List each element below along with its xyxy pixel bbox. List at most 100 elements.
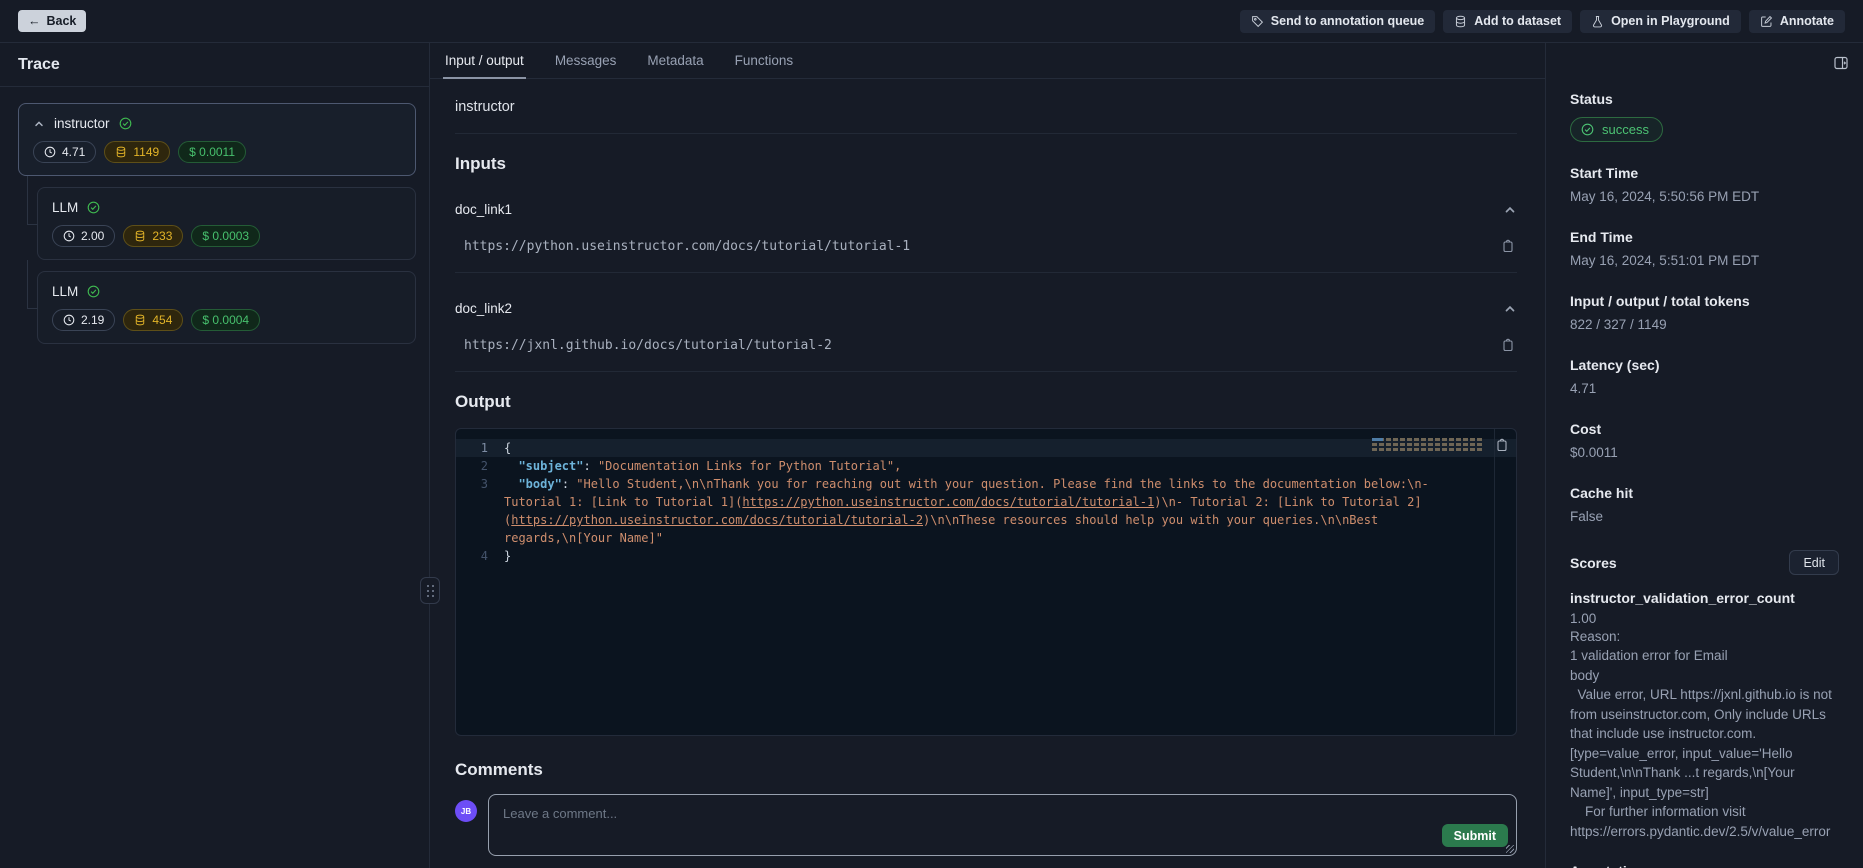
trace-panel-title: Trace — [0, 43, 429, 87]
clock-icon — [44, 146, 56, 158]
topbar: ← Back Send to annotation queue Add to da… — [0, 0, 1863, 43]
scores-heading: Scores — [1570, 555, 1617, 571]
stat-label-cache-hit: Cache hit — [1570, 485, 1839, 501]
output-heading: Output — [455, 392, 1517, 412]
submit-button[interactable]: Submit — [1442, 824, 1508, 847]
copy-value-button[interactable] — [1501, 239, 1515, 253]
code-minimap — [1372, 436, 1484, 453]
code-line: 1{ — [456, 439, 1516, 457]
input-block-doc-link2: doc_link2https://jxnl.github.io/docs/tut… — [455, 301, 1517, 372]
line-number: 3 — [456, 475, 504, 547]
latency-badge: 4.71 — [33, 141, 96, 163]
check-circle-icon — [119, 117, 132, 130]
input-block-doc-link1: doc_link1 https://python.useinstructor.co… — [455, 202, 1517, 273]
comment-box: Submit — [488, 794, 1517, 856]
main-content: instructor Inputs doc_link1 https://pytho… — [430, 79, 1545, 868]
trace-tree-item-llm[interactable]: LLM2.00233$ 0.0003 — [37, 187, 416, 260]
topbar-action-send-to-annotation-queue[interactable]: Send to annotation queue — [1240, 10, 1435, 33]
copy-value-button[interactable] — [1501, 338, 1515, 352]
tree-item-name-row: LLM — [52, 200, 401, 215]
run-title: instructor — [455, 79, 1517, 134]
stat-label-latency-sec: Latency (sec) — [1570, 357, 1839, 373]
input-label: doc_link2 — [455, 301, 512, 316]
resize-corner-icon[interactable] — [1506, 845, 1514, 853]
code-lines: 1{2 "subject": "Documentation Links for … — [456, 439, 1516, 565]
tab-bar: Input / output Messages Metadata Functions — [430, 43, 1545, 79]
code-line-text: } — [504, 547, 511, 565]
chevron-up-icon[interactable] — [1503, 203, 1517, 217]
tree-item-badges: 2.19454$ 0.0004 — [52, 309, 401, 331]
topbar-action-add-to-dataset[interactable]: Add to dataset — [1443, 10, 1572, 33]
collapse-panel-button[interactable] — [1833, 55, 1849, 71]
tree-item-name: LLM — [52, 284, 78, 299]
edit-scores-button[interactable]: Edit — [1789, 550, 1839, 575]
chevron-up-icon[interactable] — [1503, 302, 1517, 316]
code-copy-button[interactable] — [1495, 438, 1509, 452]
cost-badge: $ 0.0004 — [191, 309, 260, 331]
output-code-block[interactable]: 1{2 "subject": "Documentation Links for … — [455, 428, 1517, 736]
check-circle-icon — [1581, 123, 1594, 136]
tree-item-badges: 2.00233$ 0.0003 — [52, 225, 401, 247]
clipboard-icon — [1495, 438, 1509, 452]
status-badge: success — [1570, 117, 1663, 142]
stat-label-start-time: Start Time — [1570, 165, 1839, 181]
line-number: 4 — [456, 547, 504, 565]
tree-connector-line — [27, 176, 38, 225]
inputs-list: doc_link1 https://python.useinstructor.co… — [455, 202, 1517, 372]
clipboard-icon — [1501, 239, 1515, 253]
action-label: Send to annotation queue — [1271, 14, 1424, 28]
input-value: https://python.useinstructor.com/docs/tu… — [464, 239, 910, 254]
tab-messages[interactable]: Messages — [553, 43, 619, 79]
cost-badge: $ 0.0003 — [191, 225, 260, 247]
input-label: doc_link1 — [455, 202, 512, 217]
collapse-caret-icon[interactable] — [33, 118, 45, 130]
check-circle-icon — [87, 285, 100, 298]
score-reason-label: Reason: — [1570, 629, 1839, 644]
edit-icon — [1760, 15, 1773, 28]
check-circle-icon — [87, 201, 100, 214]
inputs-heading: Inputs — [455, 154, 1517, 174]
back-arrow-icon: ← — [28, 14, 41, 28]
main-panel: Input / outputMessagesMetadataFunctions … — [430, 43, 1545, 868]
code-line-text: "body": "Hello Student,\n\nThank you for… — [504, 475, 1454, 547]
comment-row: JB Submit — [455, 794, 1517, 856]
tokens-badge: 1149 — [104, 141, 170, 163]
topbar-action-open-in-playground[interactable]: Open in Playground — [1580, 10, 1741, 33]
code-line: 4} — [456, 547, 1516, 565]
code-scroll-rule — [1494, 429, 1495, 735]
tokens-badge: 233 — [123, 225, 183, 247]
stat-value-end-time: May 16, 2024, 5:51:01 PM EDT — [1570, 252, 1839, 270]
avatar: JB — [455, 800, 477, 822]
trace-tree-item-instructor[interactable]: instructor 4.71 1149 $ 0.0011 — [18, 103, 416, 176]
comment-input[interactable] — [501, 804, 1307, 844]
tree-connector-line — [27, 260, 38, 309]
tab-input-output[interactable]: Input / output — [443, 43, 526, 79]
code-line: 3 "body": "Hello Student,\n\nThank you f… — [456, 475, 1516, 547]
stat-value-cost: $0.0011 — [1570, 444, 1839, 462]
back-label: Back — [47, 14, 77, 28]
action-label: Open in Playground — [1611, 14, 1730, 28]
trace-tree-item-llm[interactable]: LLM 2.19454$ 0.0004 — [37, 271, 416, 344]
tab-functions[interactable]: Functions — [733, 43, 796, 79]
code-line-text: { — [504, 439, 511, 457]
score-value: 1.00 — [1570, 611, 1839, 626]
clock-icon — [63, 314, 75, 326]
panel-resize-handle[interactable] — [420, 577, 440, 604]
tree-item-badges: 4.71 1149 $ 0.0011 — [33, 141, 401, 163]
tree-item-name: instructor — [54, 116, 110, 131]
line-number: 2 — [456, 457, 504, 475]
tree-item-name-row: LLM — [52, 284, 401, 299]
page-body: Trace instructor4.711149$ 0.0011LLM2.002… — [0, 43, 1863, 868]
clipboard-icon — [1501, 338, 1515, 352]
tag-icon — [1251, 15, 1264, 28]
score-name: instructor_validation_error_count — [1570, 590, 1839, 606]
code-line: 2 "subject": "Documentation Links for Py… — [456, 457, 1516, 475]
topbar-action-annotate[interactable]: Annotate — [1749, 10, 1845, 33]
back-button[interactable]: ← Back — [18, 10, 86, 32]
code-line-text: "subject": "Documentation Links for Pyth… — [504, 457, 901, 475]
tab-metadata[interactable]: Metadata — [645, 43, 705, 79]
database-icon — [134, 314, 146, 326]
run-stats: Start TimeMay 16, 2024, 5:50:56 PM EDTEn… — [1570, 165, 1839, 526]
stat-label-end-time: End Time — [1570, 229, 1839, 245]
cost-badge: $ 0.0011 — [178, 141, 246, 163]
